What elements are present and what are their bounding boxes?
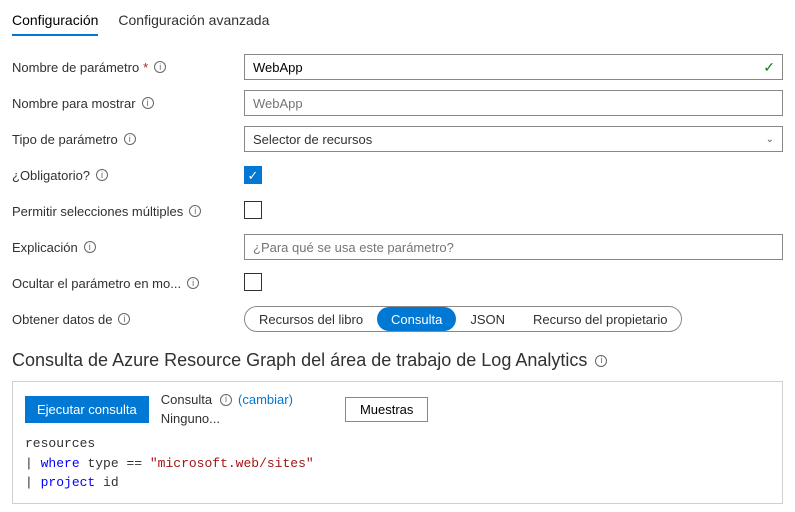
consulta-label: Consulta — [161, 392, 212, 407]
pill-query[interactable]: Consulta — [377, 307, 456, 331]
label-required: ¿Obligatorio? i — [12, 168, 244, 183]
label-allow-multi: Permitir selecciones múltiples i — [12, 204, 244, 219]
allow-multi-checkbox[interactable] — [244, 201, 262, 219]
label-param-name: Nombre de parámetro * i — [12, 60, 244, 75]
info-icon[interactable]: i — [142, 97, 154, 109]
chevron-down-icon: ⌄ — [766, 134, 774, 145]
pill-book-resources[interactable]: Recursos del libro — [245, 307, 377, 331]
label-explanation: Explicación i — [12, 240, 244, 255]
run-query-button[interactable]: Ejecutar consulta — [25, 396, 149, 423]
tab-configuration[interactable]: Configuración — [12, 8, 98, 36]
info-icon[interactable]: i — [189, 205, 201, 217]
pill-json[interactable]: JSON — [456, 307, 519, 331]
tab-advanced-configuration[interactable]: Configuración avanzada — [118, 8, 269, 36]
label-display-name: Nombre para mostrar i — [12, 96, 244, 111]
data-source-pills: Recursos del libro Consulta JSON Recurso… — [244, 306, 682, 332]
explanation-input[interactable] — [244, 234, 783, 260]
label-param-type: Tipo de parámetro i — [12, 132, 244, 147]
info-icon[interactable]: i — [187, 277, 199, 289]
tabs-bar: Configuración Configuración avanzada — [12, 8, 783, 36]
hide-param-checkbox[interactable] — [244, 273, 262, 291]
info-icon[interactable]: i — [220, 394, 232, 406]
display-name-input[interactable] — [244, 90, 783, 116]
info-icon[interactable]: i — [154, 61, 166, 73]
ninguno-label: Ninguno... — [161, 411, 220, 426]
param-type-select[interactable]: Selector de recursos ⌄ — [244, 126, 783, 152]
query-section-title: Consulta de Azure Resource Graph del áre… — [12, 350, 783, 371]
query-panel: Ejecutar consulta Consulta i (cambiar) N… — [12, 381, 783, 504]
info-icon[interactable]: i — [84, 241, 96, 253]
label-get-data-from: Obtener datos de i — [12, 312, 244, 327]
info-icon[interactable]: i — [595, 355, 607, 367]
required-asterisk: * — [143, 60, 148, 75]
query-editor[interactable]: resources | where type == "microsoft.web… — [25, 434, 770, 493]
required-checkbox[interactable]: ✓ — [244, 166, 262, 184]
param-name-input[interactable] — [244, 54, 783, 80]
pill-owner-resource[interactable]: Recurso del propietario — [519, 307, 681, 331]
change-link[interactable]: (cambiar) — [238, 392, 293, 407]
checkmark-icon: ✓ — [248, 169, 259, 182]
samples-button[interactable]: Muestras — [345, 397, 428, 422]
checkmark-icon: ✓ — [763, 59, 775, 76]
label-hide-param: Ocultar el parámetro en mo... i — [12, 276, 244, 291]
info-icon[interactable]: i — [118, 313, 130, 325]
info-icon[interactable]: i — [124, 133, 136, 145]
info-icon[interactable]: i — [96, 169, 108, 181]
